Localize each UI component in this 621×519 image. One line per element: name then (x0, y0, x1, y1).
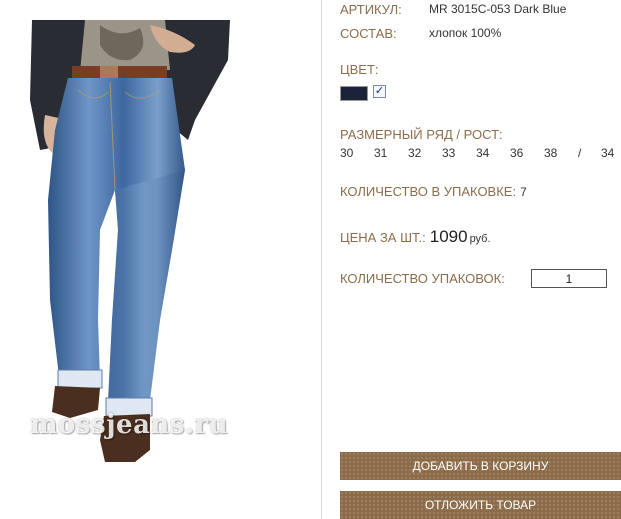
color-label: ЦВЕТ: (340, 62, 379, 77)
size-item: 31 (374, 146, 388, 160)
packs-quantity-row: КОЛИЧЕСТВО УПАКОВОК: (340, 270, 505, 288)
watermark: mossjeans.ru (30, 410, 229, 440)
sku-label: АРТИКУЛ: (340, 2, 402, 17)
packs-quantity-label: КОЛИЧЕСТВО УПАКОВОК: (340, 271, 505, 286)
price-value: 1090 (429, 227, 468, 246)
size-row: РАЗМЕРНЫЙ РЯД / РОСТ: (340, 126, 503, 144)
price-row: ЦЕНА ЗА ШТ.: 1090 руб. (340, 227, 491, 247)
size-item: 33 (442, 146, 456, 160)
pack-quantity-label: КОЛИЧЕСТВО В УПАКОВКЕ: (340, 184, 517, 199)
sku-value: MR 3015C-053 Dark Blue (429, 2, 567, 16)
sku-row: АРТИКУЛ: MR 3015C-053 Dark Blue (340, 1, 566, 19)
jeans-model-image (30, 20, 230, 462)
packs-quantity-input[interactable] (531, 269, 607, 288)
size-item: 30 (340, 146, 354, 160)
color-swatch[interactable] (340, 86, 368, 101)
height-item: 34 (601, 146, 615, 160)
size-list: 30 31 32 33 34 36 38 / 34 (340, 146, 621, 160)
pack-quantity-value: 7 (520, 185, 527, 199)
product-photo: mossjeans.ru (0, 0, 322, 519)
size-separator: / (578, 146, 582, 160)
composition-row: СОСТАВ: хлопок 100% (340, 25, 501, 43)
pack-quantity-row: КОЛИЧЕСТВО В УПАКОВКЕ: 7 (340, 183, 527, 201)
color-checkbox[interactable]: ✓ (373, 85, 386, 98)
size-item: 34 (476, 146, 490, 160)
color-row: ЦВЕТ: (340, 61, 379, 79)
size-label: РАЗМЕРНЫЙ РЯД / РОСТ: (340, 127, 503, 142)
size-item: 32 (408, 146, 422, 160)
composition-value: хлопок 100% (429, 26, 502, 40)
size-item: 38 (544, 146, 558, 160)
defer-item-button[interactable]: ОТЛОЖИТЬ ТОВАР (340, 491, 621, 519)
price-currency: руб. (469, 233, 491, 245)
add-to-cart-button[interactable]: ДОБАВИТЬ В КОРЗИНУ (340, 452, 621, 480)
composition-label: СОСТАВ: (340, 26, 397, 41)
size-item: 36 (510, 146, 524, 160)
price-label: ЦЕНА ЗА ШТ.: (340, 230, 426, 245)
